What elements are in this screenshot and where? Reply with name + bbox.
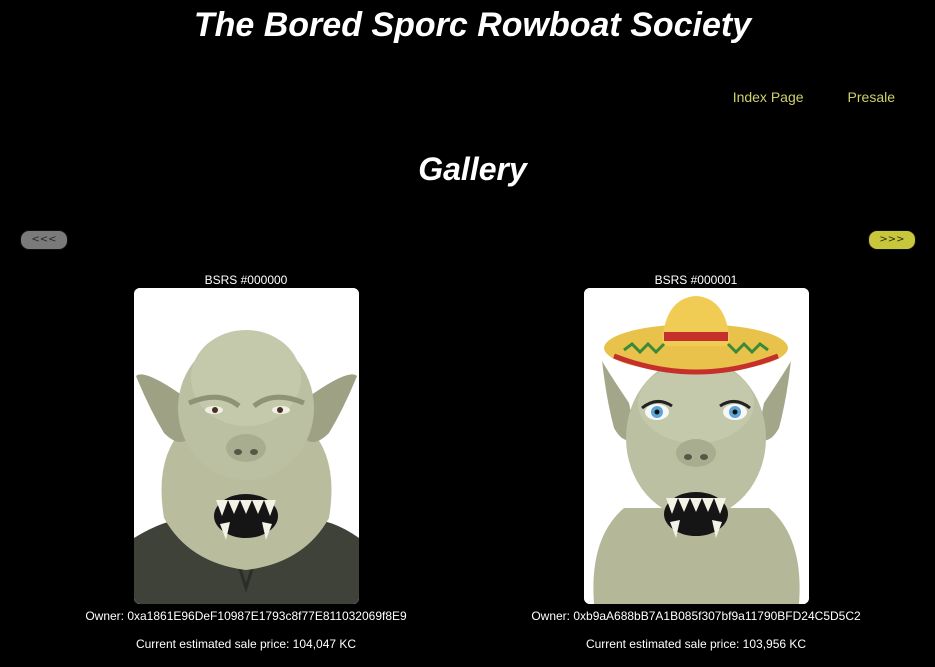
previous-page-button[interactable]: <<< [20,230,68,250]
token-image[interactable] [133,288,359,604]
nav-link-presale[interactable]: Presale [848,89,895,105]
site-title: The Bored Sporc Rowboat Society [193,6,752,44]
orc-portrait-image [583,288,809,604]
token-id-label: BSRS #000000 [204,273,288,287]
token-id-label: BSRS #000001 [654,273,738,287]
top-nav: Index Page Presale [733,89,895,105]
estimated-price: Current estimated sale price: 103,956 KC [585,637,807,651]
page: The Bored Sporc Rowboat Society Index Pa… [0,0,935,667]
owner-address: Owner: 0xb9aA688bB7A1B085f307bf9a11790BF… [531,609,861,623]
gallery-title: Gallery [418,151,527,187]
orc-portrait-image [133,288,359,604]
gallery-card: BSRS #000001 Owner: 0xb9aA688bB7A1B085f3… [496,272,896,652]
token-image[interactable] [583,288,809,604]
gallery-card: BSRS #000000 Owner: 0xa1861E96DeF10987E1… [46,272,446,652]
estimated-price: Current estimated sale price: 104,047 KC [135,637,357,651]
nav-link-index-page[interactable]: Index Page [733,89,804,105]
owner-address: Owner: 0xa1861E96DeF10987E1793c8f77E8110… [85,609,407,623]
next-page-button[interactable]: >>> [868,230,916,250]
